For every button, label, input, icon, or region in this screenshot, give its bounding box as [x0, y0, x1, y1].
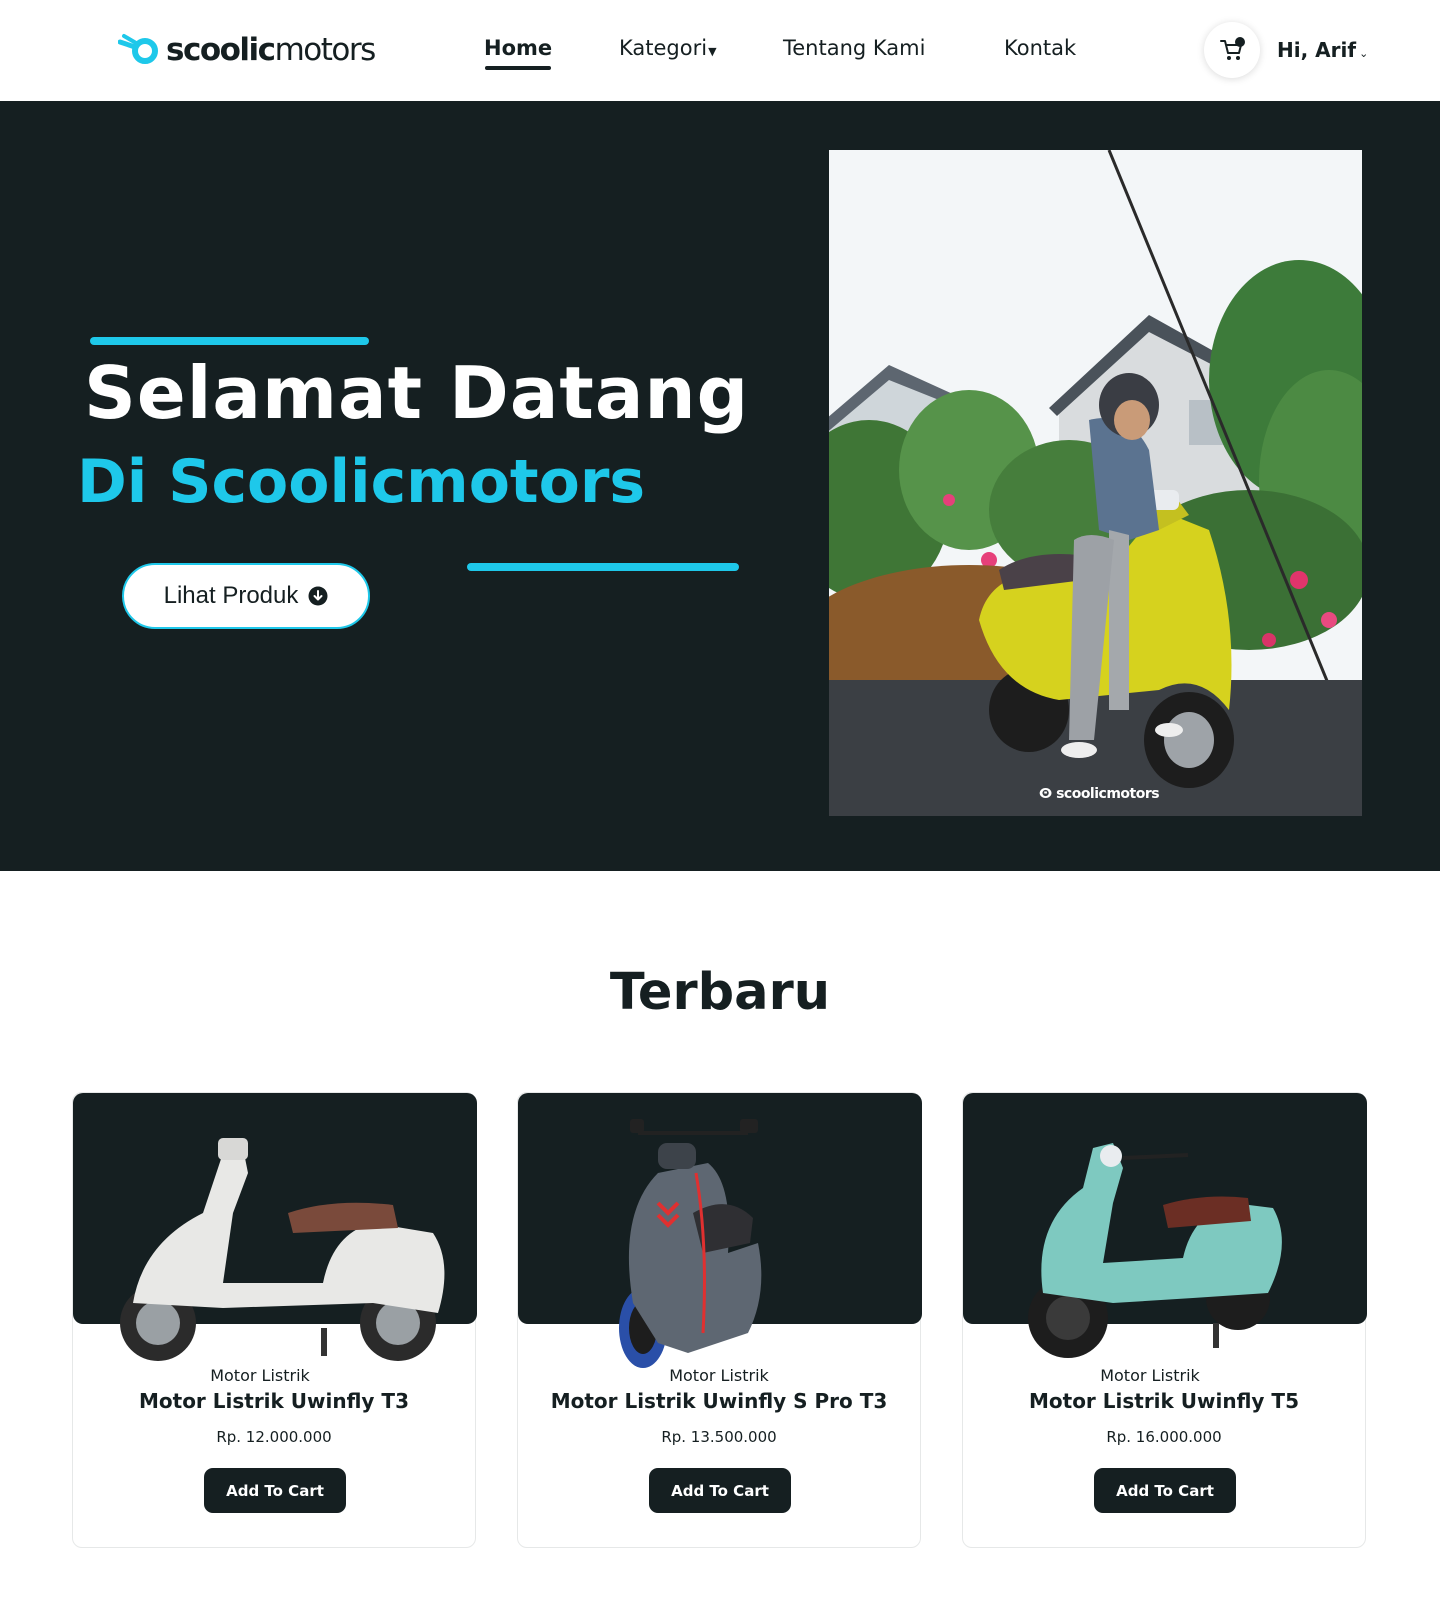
user-greeting: Hi, Arif	[1277, 38, 1357, 62]
product-name[interactable]: Motor Listrik Uwinfly T5	[963, 1389, 1365, 1413]
add-to-cart-button[interactable]: Add To Cart	[649, 1468, 791, 1513]
product-category: Motor Listrik	[210, 1366, 310, 1385]
product-price: Rp. 13.500.000	[661, 1428, 777, 1446]
nav-kategori-label: Kategori	[619, 36, 708, 60]
product-category: Motor Listrik	[669, 1366, 769, 1385]
product-name[interactable]: Motor Listrik Uwinfly S Pro T3	[518, 1389, 920, 1413]
hero-accent-line-top	[90, 337, 369, 345]
product-card[interactable]: Motor Listrik Motor Listrik Uwinfly T3 R…	[72, 1092, 477, 1548]
lihat-produk-label: Lihat Produk	[163, 582, 299, 609]
nav-tentang-kami[interactable]: Tentang Kami	[783, 36, 925, 60]
product-image-scooter-teal	[1028, 1143, 1282, 1358]
product-image-scooter-white	[120, 1138, 445, 1361]
hero-section: Selamat Datang Di Scoolicmotors Lihat Pr…	[0, 101, 1440, 871]
cart-badge	[1235, 37, 1245, 47]
logo-swirl-icon	[118, 34, 158, 64]
hero-photo: ⵙ scoolicmotors	[829, 150, 1362, 816]
user-menu[interactable]: Hi, Arif ⌄	[1277, 38, 1368, 62]
caret-down-icon: ▼	[708, 45, 717, 58]
section-title-terbaru: Terbaru	[609, 963, 831, 1022]
product-category: Motor Listrik	[1100, 1366, 1200, 1385]
navbar: scoolicmotors Home Kategori▼ Tentang Kam…	[0, 0, 1440, 101]
chevron-down-icon: ⌄	[1359, 47, 1369, 60]
cart-button[interactable]	[1204, 22, 1260, 78]
nav-kategori[interactable]: Kategori▼	[619, 36, 717, 60]
nav-home[interactable]: Home	[484, 36, 552, 70]
brand-name: scoolicmotors	[166, 32, 376, 68]
arrow-down-circle-icon	[308, 586, 328, 606]
add-to-cart-button[interactable]: Add To Cart	[1094, 1468, 1236, 1513]
photo-watermark: ⵙ scoolicmotors	[1039, 786, 1160, 802]
product-name[interactable]: Motor Listrik Uwinfly T3	[73, 1389, 475, 1413]
add-to-cart-button[interactable]: Add To Cart	[204, 1468, 346, 1513]
hero-subtitle: Di Scoolicmotors	[77, 447, 646, 517]
lihat-produk-button[interactable]: Lihat Produk	[122, 563, 370, 629]
product-price: Rp. 16.000.000	[1106, 1428, 1222, 1446]
product-price: Rp. 12.000.000	[216, 1428, 332, 1446]
hero-title: Selamat Datang	[84, 351, 750, 435]
product-image-scooter-grey	[619, 1119, 762, 1368]
product-card[interactable]: Motor Listrik Motor Listrik Uwinfly T5 R…	[962, 1092, 1367, 1548]
brand-logo[interactable]: scoolicmotors	[118, 28, 376, 72]
product-card[interactable]: Motor Listrik Motor Listrik Uwinfly S Pr…	[517, 1092, 922, 1548]
nav-kontak[interactable]: Kontak	[1004, 36, 1076, 60]
hero-accent-line-bottom	[467, 563, 739, 571]
